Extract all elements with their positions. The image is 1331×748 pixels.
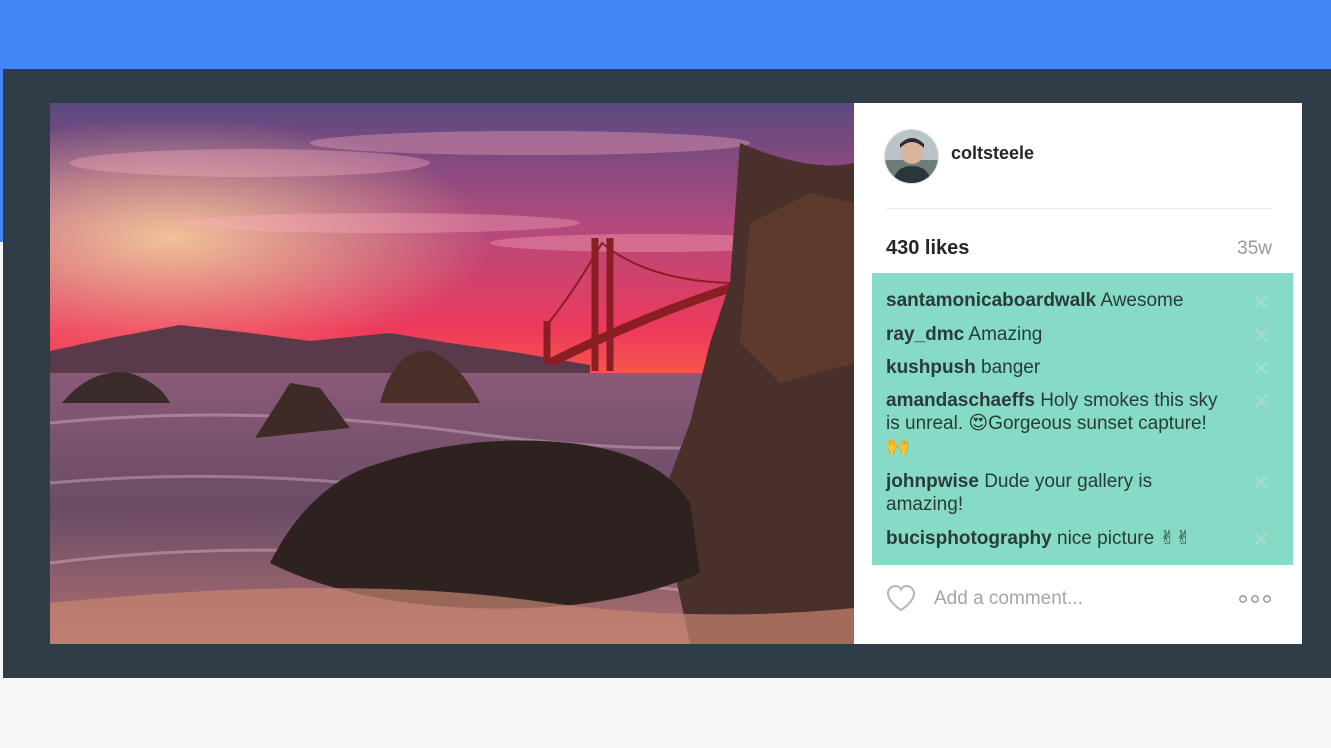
- likes-count[interactable]: 430 likes: [886, 237, 969, 260]
- post-age[interactable]: 35w: [1237, 238, 1272, 260]
- avatar[interactable]: [884, 129, 939, 184]
- close-icon[interactable]: [1251, 529, 1271, 549]
- comment-text: Awesome: [1100, 290, 1184, 311]
- close-icon[interactable]: [1251, 292, 1271, 312]
- top-bar: [0, 0, 1331, 70]
- comment-item: bucisphotography nice picture ✌✌: [886, 527, 1231, 550]
- post-photo[interactable]: [50, 103, 854, 644]
- comments-list: santamonicaboardwalk Awesome ray_dmc Ama…: [872, 273, 1293, 565]
- comment-username[interactable]: ray_dmc: [886, 324, 964, 345]
- close-icon[interactable]: [1251, 358, 1271, 378]
- close-icon[interactable]: [1251, 325, 1271, 345]
- comment-username[interactable]: kushpush: [886, 357, 976, 378]
- comment-item: amandaschaeffs Holy smokes this sky is u…: [886, 389, 1231, 458]
- post-username[interactable]: coltsteele: [951, 143, 1034, 164]
- close-icon[interactable]: [1251, 472, 1271, 492]
- comment-item: johnpwise Dude your gallery is amazing!: [886, 470, 1231, 516]
- comment-username[interactable]: bucisphotography: [886, 528, 1052, 549]
- comment-username[interactable]: amandaschaeffs: [886, 390, 1035, 411]
- comment-text: Amazing: [968, 324, 1043, 345]
- header-divider: [886, 208, 1272, 209]
- comment-item: santamonicaboardwalk Awesome: [886, 289, 1231, 312]
- post-detail-panel: coltsteele 430 likes 35w santamonicaboar…: [854, 103, 1302, 644]
- more-options-icon[interactable]: [1238, 592, 1272, 606]
- comment-item: ray_dmc Amazing: [886, 323, 1231, 346]
- comment-username[interactable]: santamonicaboardwalk: [886, 290, 1096, 311]
- comment-item: kushpush banger: [886, 356, 1231, 379]
- comment-username[interactable]: johnpwise: [886, 471, 979, 492]
- close-icon[interactable]: [1251, 391, 1271, 411]
- heart-icon[interactable]: [885, 583, 917, 613]
- comment-text: banger: [981, 357, 1041, 378]
- add-comment-input[interactable]: [934, 588, 1234, 610]
- comment-text: nice picture ✌✌: [1057, 528, 1192, 549]
